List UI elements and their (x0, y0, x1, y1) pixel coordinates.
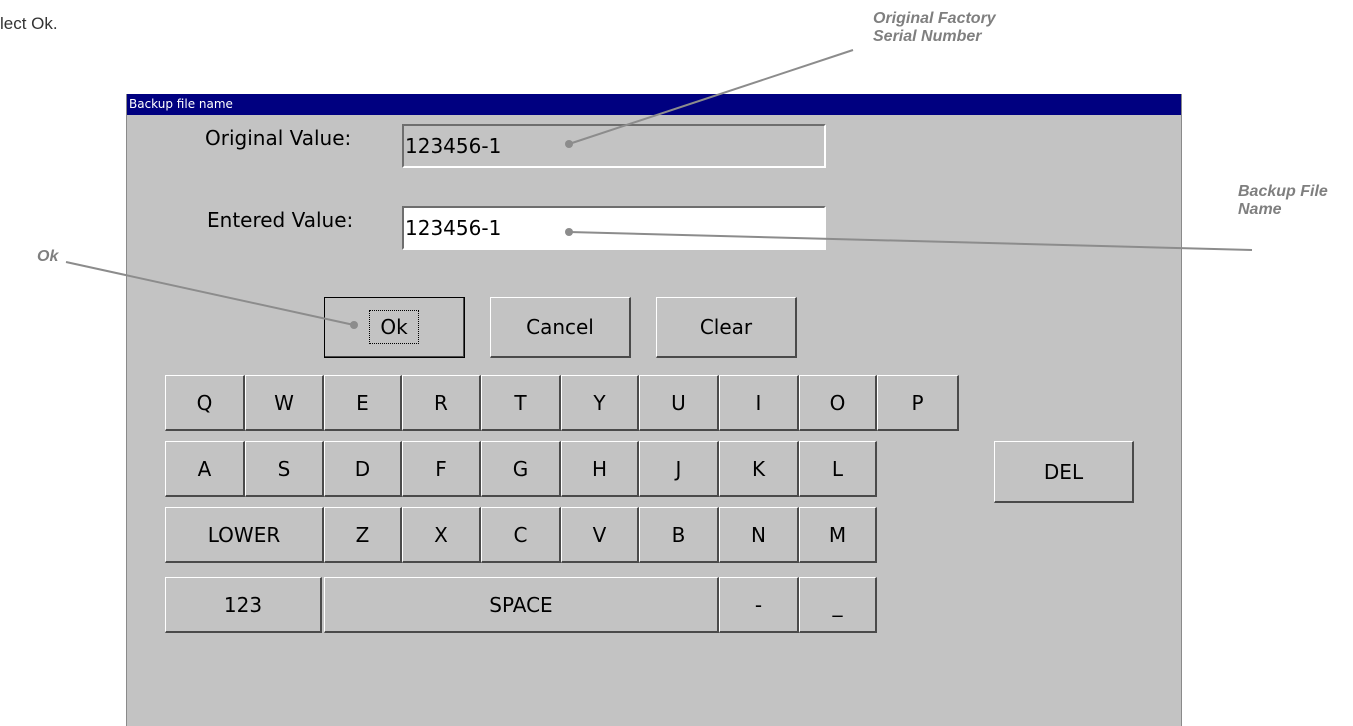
key-c[interactable]: C (481, 507, 561, 563)
numeric-key[interactable]: 123 (165, 577, 322, 633)
key-l[interactable]: L (799, 441, 877, 497)
key-z[interactable]: Z (324, 507, 402, 563)
clear-button[interactable]: Clear (656, 297, 797, 358)
key-e[interactable]: E (324, 375, 402, 431)
original-value-field: 123456-1 (402, 124, 826, 168)
callout-line-2: Serial Number (873, 28, 982, 45)
key-s[interactable]: S (245, 441, 324, 497)
dialog-title: Backup file name (127, 94, 1181, 115)
key-a[interactable]: A (165, 441, 245, 497)
key-x[interactable]: X (402, 507, 481, 563)
callout-line-1: Original Factory (873, 10, 996, 27)
original-value-label: Original Value: (205, 126, 352, 150)
key-o[interactable]: O (799, 375, 877, 431)
key-j[interactable]: J (639, 441, 719, 497)
entered-value-input[interactable]: 123456-1 (402, 206, 826, 250)
callout-line-2: Name (1238, 201, 1282, 218)
del-key[interactable]: DEL (994, 441, 1134, 503)
key-q[interactable]: Q (165, 375, 245, 431)
key-y[interactable]: Y (561, 375, 639, 431)
underscore-key[interactable]: _ (799, 577, 877, 633)
cancel-button[interactable]: Cancel (490, 297, 631, 358)
key-r[interactable]: R (402, 375, 481, 431)
callout-ok: Ok (37, 248, 59, 265)
key-i[interactable]: I (719, 375, 799, 431)
dash-key[interactable]: - (719, 577, 799, 633)
callout-line-1: Backup File (1238, 183, 1328, 200)
key-g[interactable]: G (481, 441, 561, 497)
clear-button-label: Clear (699, 315, 753, 339)
key-f[interactable]: F (402, 441, 481, 497)
key-n[interactable]: N (719, 507, 799, 563)
ok-button-label: Ok (369, 310, 419, 344)
space-key[interactable]: SPACE (324, 577, 719, 633)
entered-value-label: Entered Value: (207, 208, 354, 232)
callout-original-serial: Original Factory Serial Number (873, 10, 996, 46)
backup-file-name-dialog: Backup file name Original Value: 123456-… (126, 94, 1182, 726)
key-b[interactable]: B (639, 507, 719, 563)
instruction-text: lect Ok. (0, 14, 58, 33)
key-k[interactable]: K (719, 441, 799, 497)
key-u[interactable]: U (639, 375, 719, 431)
key-m[interactable]: M (799, 507, 877, 563)
key-v[interactable]: V (561, 507, 639, 563)
key-h[interactable]: H (561, 441, 639, 497)
key-t[interactable]: T (481, 375, 561, 431)
key-w[interactable]: W (245, 375, 324, 431)
key-d[interactable]: D (324, 441, 402, 497)
cancel-button-label: Cancel (526, 315, 594, 339)
callout-backup-file-name: Backup File Name (1238, 183, 1328, 219)
key-p[interactable]: P (877, 375, 959, 431)
lower-key[interactable]: LOWER (165, 507, 324, 563)
ok-button[interactable]: Ok (324, 297, 465, 358)
